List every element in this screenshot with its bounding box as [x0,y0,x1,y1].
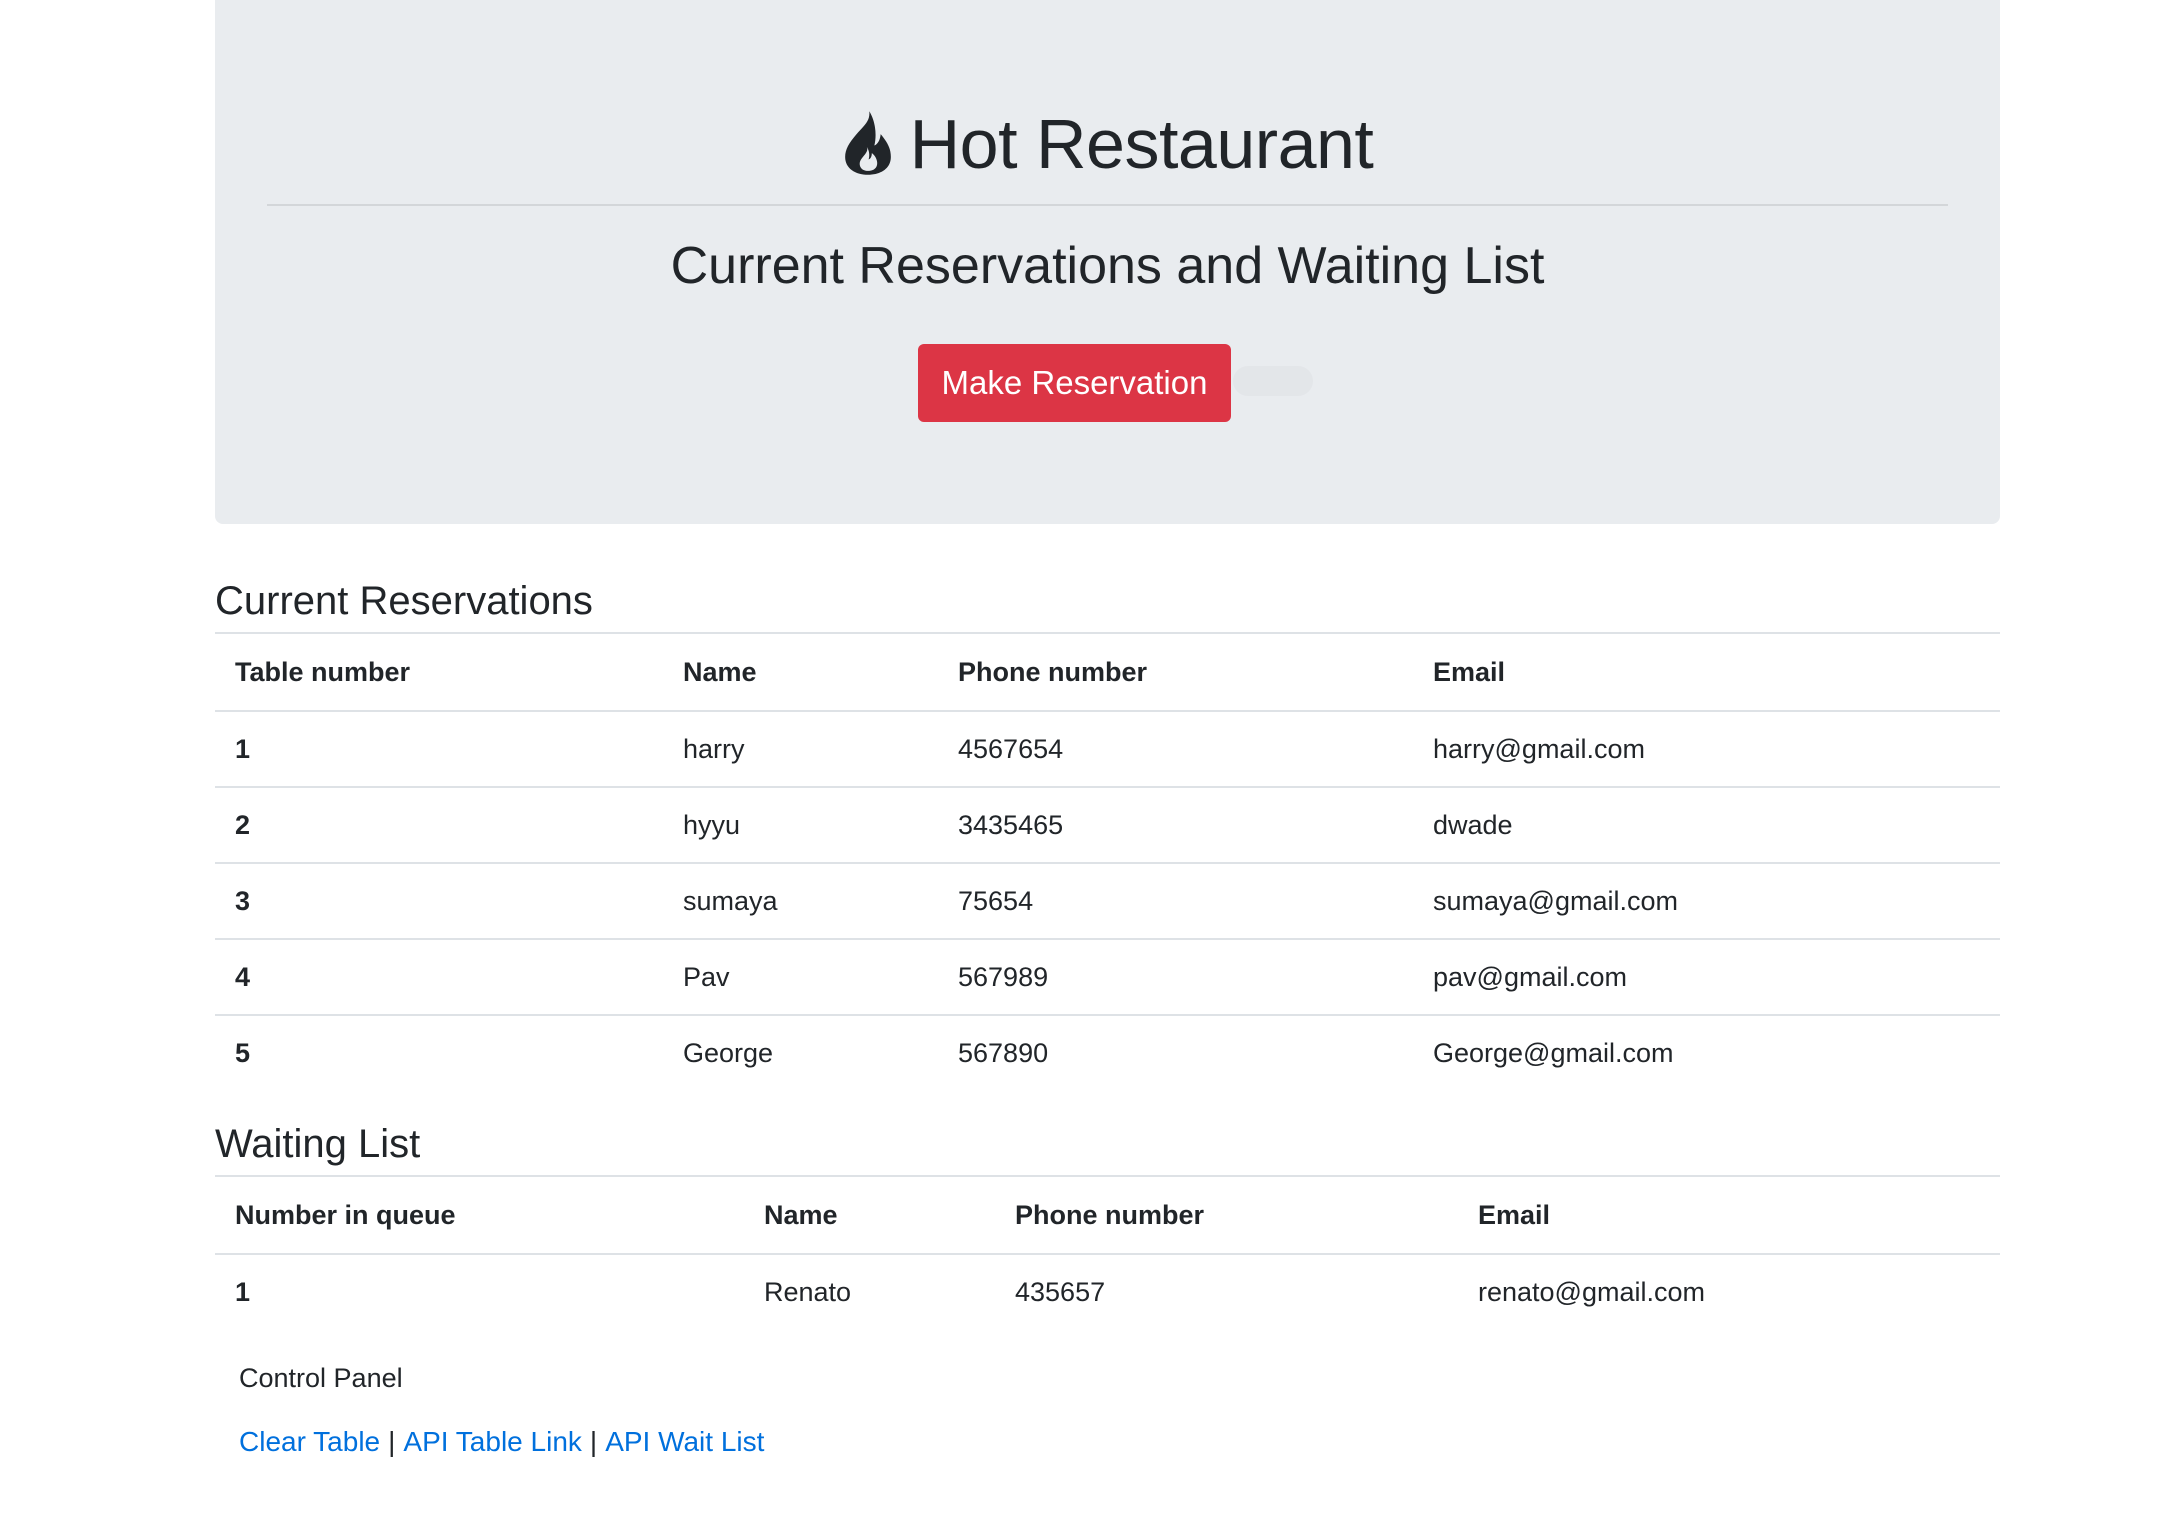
reservations-header-row: Table number Name Phone number Email [215,633,2000,712]
api-wait-list-link[interactable]: API Wait List [605,1426,764,1457]
email-cell: harry@gmail.com [1413,711,2000,788]
table-row: 5 George 567890 George@gmail.com [215,1015,2000,1090]
email-cell: renato@gmail.com [1478,1276,1705,1307]
email-cell: dwade [1413,787,2000,864]
name-cell: harry [663,711,938,788]
phone-cell: 75654 [938,863,1413,940]
phone-cell: 435657 [1015,1276,1106,1307]
email-cell: pav@gmail.com [1413,939,2000,1016]
phone-cell: 567890 [958,1037,1049,1068]
column-header-phone: Phone number [995,1176,1458,1255]
reservations-title: Current Reservations [215,579,593,623]
table-number-cell: 4 [215,939,663,1016]
waitlist-header-row: Number in queue Name Phone number Email [215,1176,2000,1255]
column-header-name: Name [744,1176,995,1255]
table-number-cell: 1 [215,711,663,788]
header-divider [267,204,1948,206]
column-header-queue-number: Number in queue [215,1176,744,1255]
button-shadow [1233,366,1313,396]
table-row: 1 Renato 435657 renato@gmail.com [215,1254,2000,1329]
email-cell: George@gmail.com [1433,1037,1674,1068]
table-row: 4 Pav 567989 pav@gmail.com [215,939,2000,1016]
column-header-table-number: Table number [215,633,663,712]
column-header-email: Email [1458,1176,2000,1255]
name-cell: Pav [663,939,938,1016]
name-cell: hyyu [663,787,938,864]
control-panel-label: Control Panel [239,1363,403,1393]
site-title: Hot Restaurant [909,105,1374,183]
fire-icon [844,111,891,175]
phone-cell: 567989 [938,939,1413,1016]
table-number-cell: 2 [215,787,663,864]
link-separator: | [589,1426,598,1457]
table-number-cell: 3 [215,863,663,940]
brand-heading: Hot Restaurant [215,100,2000,188]
phone-cell: 4567654 [938,711,1413,788]
button-row: Make Reservation [215,344,2000,422]
table-row: 3 sumaya 75654 sumaya@gmail.com [215,863,2000,940]
phone-cell: 3435465 [938,787,1413,864]
page-subtitle: Current Reservations and Waiting List [670,237,1545,295]
page-container: Hot Restaurant Current Reservations and … [215,0,2000,1457]
table-number-cell: 5 [235,1037,251,1068]
name-cell: sumaya [663,863,938,940]
column-header-phone: Phone number [938,633,1413,712]
column-header-email: Email [1413,633,2000,712]
waitlist-title: Waiting List [215,1122,421,1166]
table-row: 2 hyyu 3435465 dwade [215,787,2000,864]
link-separator: | [388,1426,396,1457]
email-cell: sumaya@gmail.com [1413,863,2000,940]
jumbotron: Hot Restaurant Current Reservations and … [215,0,2000,524]
name-cell: Renato [764,1276,852,1307]
control-panel-links: Clear Table | API Table Link | API Wait List [239,1422,764,1462]
waitlist-table: Number in queue Name Phone number Email … [215,1175,2000,1329]
queue-number-cell: 1 [235,1276,251,1307]
clear-table-link[interactable]: Clear Table [239,1426,380,1457]
make-reservation-button[interactable]: Make Reservation [918,344,1231,422]
api-table-link[interactable]: API Table Link [403,1426,582,1457]
column-header-name: Name [663,633,938,712]
table-row: 1 harry 4567654 harry@gmail.com [215,711,2000,788]
name-cell: George [683,1037,774,1068]
reservations-table: Table number Name Phone number Email 1 h… [215,632,2000,1090]
